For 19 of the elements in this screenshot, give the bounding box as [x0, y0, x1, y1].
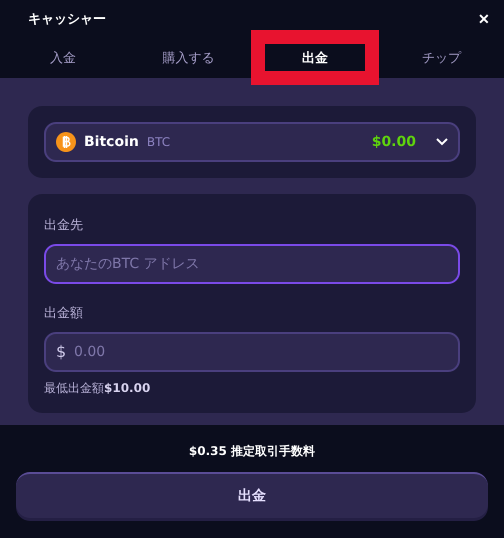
tab[interactable]: 購入する [126, 38, 251, 78]
bitcoin-coin-icon [56, 132, 76, 152]
field-label: 出金額 [44, 305, 84, 322]
dollar-sign: $ [56, 342, 66, 362]
withdraw-button[interactable]: 出金 [16, 472, 488, 518]
tab[interactable]: 出金 [251, 30, 378, 85]
fee-note: $0.35 推定取引手数料 [188, 443, 316, 460]
currency-code: BTC [146, 135, 170, 149]
field-label: 出金先 [44, 217, 84, 234]
address-field[interactable]: あなたのBTC アドレス [44, 244, 460, 284]
minimum-note: 最低出金額$10.00 [44, 380, 152, 397]
close-button[interactable]: ✕ [478, 11, 490, 27]
tab[interactable]: チップ [378, 38, 504, 78]
chevron-down-icon [436, 138, 448, 146]
window-title: キャッシャー [28, 11, 106, 28]
tab[interactable]: 入金 [0, 38, 126, 78]
balance-amount: $0.00 [372, 134, 416, 150]
currency-name: Bitcoin [84, 134, 139, 150]
currency-dropdown[interactable]: Bitcoin BTC $0.00 [44, 122, 460, 162]
